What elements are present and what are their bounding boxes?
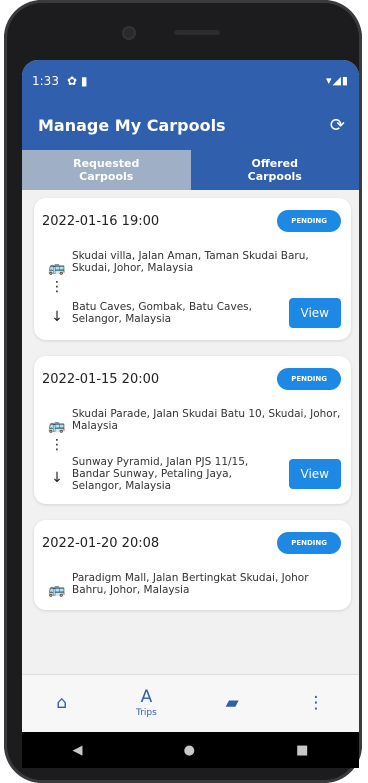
bus-icon: 🚌 — [48, 260, 66, 276]
speaker-grille — [174, 30, 220, 35]
refresh-icon[interactable]: ⟳ — [330, 115, 345, 136]
status-badge: PENDING — [277, 368, 341, 390]
status-right-icons: ▾◢▮ — [325, 74, 349, 87]
tab-offered-label: Offered Carpools — [247, 157, 302, 183]
tab-requested-carpools[interactable]: Requested Carpools — [22, 150, 191, 190]
status-time: 1:33 — [32, 73, 59, 88]
status-badge: PENDING — [277, 210, 341, 232]
route-dots-icon: ⋮ — [50, 437, 64, 453]
trips-icon: A — [140, 687, 153, 707]
carpool-datetime: 2022-01-20 20:08 — [42, 535, 160, 551]
carpool-datetime: 2022-01-16 19:00 — [42, 213, 160, 229]
tab-requested-label: Requested Carpools — [73, 157, 140, 183]
home-icon: ⌂ — [56, 693, 68, 713]
route-dots-icon: ⋮ — [50, 279, 64, 295]
back-icon[interactable]: ◀ — [73, 743, 83, 758]
arrow-down-icon: ↓ — [51, 309, 63, 325]
nav-trips-label: Trips — [136, 708, 157, 718]
carpool-card[interactable]: 2022-01-20 20:08 PENDING 🚌 Paradigm Mall… — [34, 520, 351, 610]
status-bar: 1:33 ✿ ▮ ▾◢▮ — [22, 60, 359, 101]
bus-icon: 🚌 — [48, 418, 66, 434]
app-bar: Manage My Carpools ⟳ — [22, 101, 359, 150]
bottom-navigation: ⌂ A Trips ▰ ⋮ — [22, 674, 359, 732]
origin-address: Paradigm Mall, Jalan Bertingkat Skudai, … — [72, 572, 309, 596]
home-button-icon[interactable]: ● — [184, 743, 195, 758]
app-screen: 1:33 ✿ ▮ ▾◢▮ Manage My Carpools ⟳ Reques… — [22, 60, 359, 732]
nav-home[interactable]: ⌂ — [56, 695, 67, 712]
destination-address: Sunway Pyramid, Jalan PJS 11/15, Bandar … — [72, 456, 249, 492]
page-title: Manage My Carpools — [38, 116, 226, 135]
destination-address: Batu Caves, Gombak, Batu Caves, Selangor… — [72, 301, 252, 325]
carpool-card[interactable]: 2022-01-15 20:00 PENDING 🚌 ⋮ Skudai Para… — [34, 356, 351, 504]
phone-top-bezel — [4, 0, 362, 60]
recents-icon[interactable]: ■ — [296, 743, 308, 758]
nav-trips[interactable]: A Trips — [136, 687, 157, 719]
more-icon: ⋮ — [307, 693, 325, 713]
arrow-down-icon: ↓ — [51, 470, 63, 486]
bus-icon: 🚌 — [48, 582, 66, 598]
carpool-datetime: 2022-01-15 20:00 — [42, 371, 160, 387]
nav-more[interactable]: ⋮ — [308, 695, 325, 712]
nav-chat[interactable]: ▰ — [226, 695, 239, 712]
chat-icon: ▰ — [225, 693, 239, 713]
status-left-icons: ✿ ▮ — [66, 73, 88, 88]
carpool-card[interactable]: 2022-01-16 19:00 PENDING 🚌 ⋮ Skudai vill… — [34, 198, 351, 340]
system-navigation-bar: ◀ ● ■ — [22, 732, 359, 768]
front-camera — [122, 26, 136, 40]
status-badge: PENDING — [277, 532, 341, 554]
origin-address: Skudai Parade, Jalan Skudai Batu 10, Sku… — [72, 408, 341, 432]
origin-address: Skudai villa, Jalan Aman, Taman Skudai B… — [72, 250, 309, 274]
tab-bar: Requested Carpools Offered Carpools — [22, 150, 359, 190]
view-button[interactable]: View — [288, 459, 341, 489]
carpool-list: 2022-01-16 19:00 PENDING 🚌 ⋮ Skudai vill… — [22, 190, 359, 610]
tab-offered-carpools[interactable]: Offered Carpools — [191, 150, 360, 190]
view-button[interactable]: View — [288, 298, 341, 328]
